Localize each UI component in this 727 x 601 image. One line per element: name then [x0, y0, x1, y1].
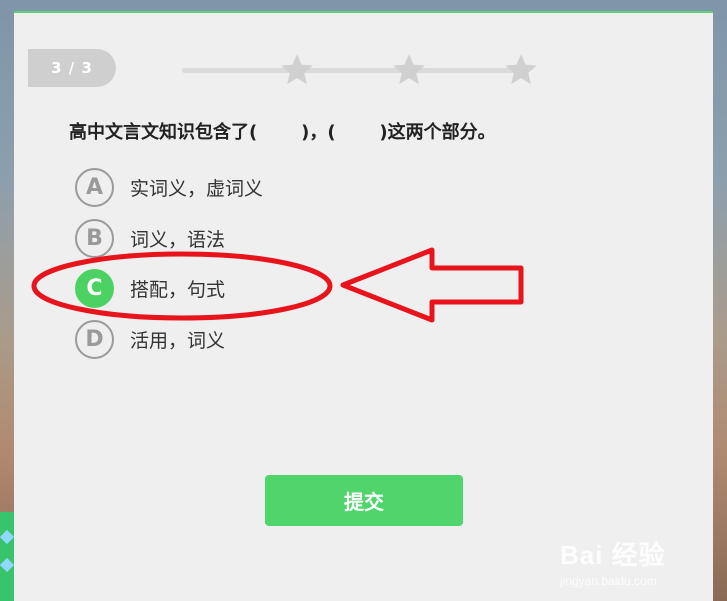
- watermark: Bai 经验 jingyan.baidu.com: [560, 535, 666, 588]
- option-c-text: 搭配，句式: [130, 278, 226, 301]
- option-d-text: 活用，词义: [130, 329, 226, 352]
- question-counter: 3 / 3: [28, 49, 116, 87]
- progress-track: [182, 68, 522, 73]
- progress-bar: [182, 51, 552, 91]
- option-b-badge: B: [75, 218, 114, 258]
- star-icon: [505, 54, 537, 85]
- option-c-badge: C: [75, 268, 114, 308]
- question-counter-text: 3 / 3: [51, 59, 93, 77]
- watermark-logo: Bai 经验: [560, 540, 666, 570]
- star-icon: [281, 54, 313, 85]
- option-b[interactable]: B 词义，语法: [75, 218, 225, 258]
- option-d-badge: D: [75, 319, 114, 359]
- option-b-text: 词义，语法: [130, 228, 226, 251]
- option-a-text: 实词义，虚词义: [130, 177, 264, 200]
- question-text: 高中文言文知识包含了( )，( )这两个部分。: [69, 122, 496, 143]
- option-c[interactable]: C 搭配，句式: [75, 268, 225, 308]
- diamond-icon: [0, 557, 15, 573]
- diamond-icon: [0, 529, 15, 545]
- star-icon: [393, 54, 425, 85]
- watermark-site: jingyan.baidu.com: [560, 574, 657, 588]
- side-tab[interactable]: [0, 512, 15, 601]
- option-a-badge: A: [75, 167, 114, 207]
- submit-button[interactable]: 提交: [265, 475, 463, 526]
- option-a[interactable]: A 实词义，虚词义: [75, 167, 263, 207]
- option-d[interactable]: D 活用，词义: [75, 319, 225, 359]
